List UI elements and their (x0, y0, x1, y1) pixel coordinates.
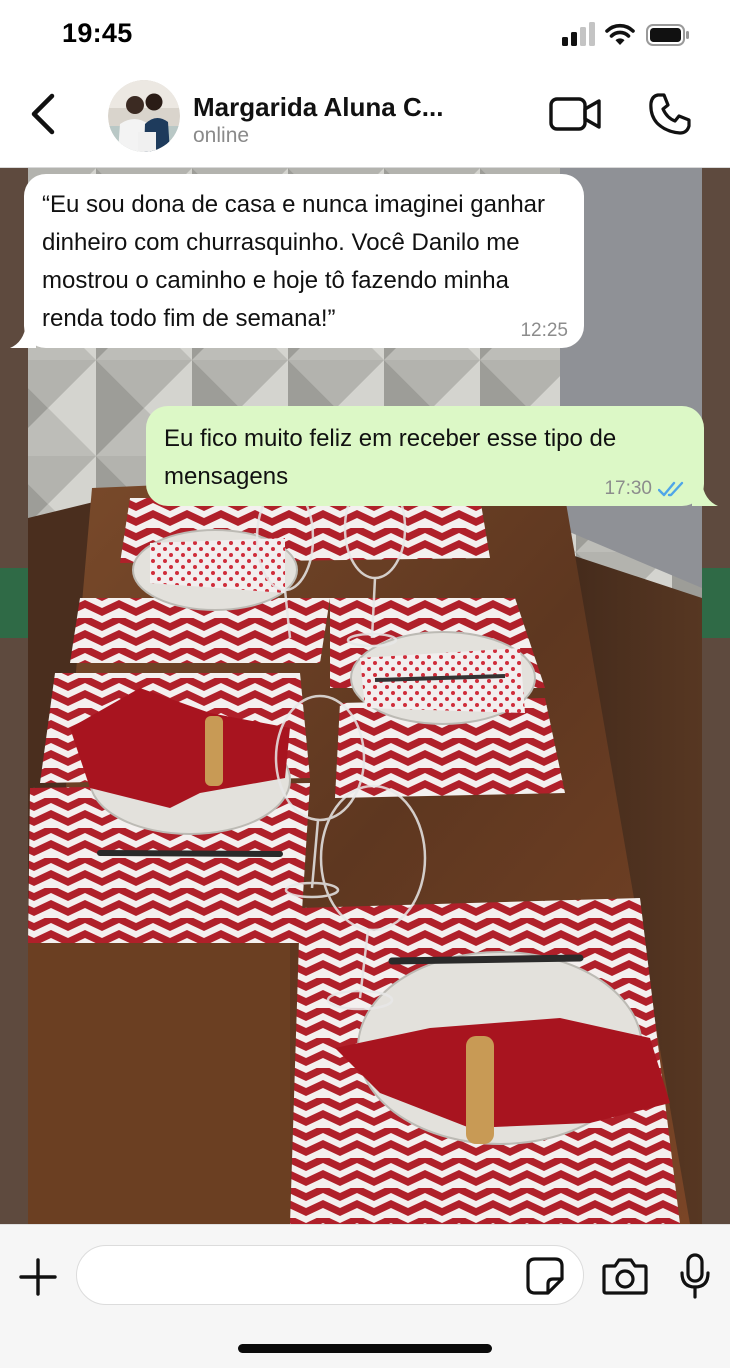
attach-plus-button[interactable] (18, 1257, 58, 1297)
message-time: 12:25 (520, 320, 568, 341)
home-indicator[interactable] (238, 1344, 492, 1353)
microphone-button[interactable] (678, 1253, 712, 1299)
camera-button[interactable] (602, 1257, 648, 1295)
back-button[interactable] (24, 90, 64, 138)
incoming-message-bubble[interactable]: “Eu sou dona de casa e nunca imaginei ga… (10, 174, 584, 348)
message-composer (0, 1224, 730, 1368)
message-text: Eu fico muito feliz em receber esse tipo… (164, 425, 617, 490)
voice-call-button[interactable] (648, 92, 692, 136)
message-text: “Eu sou dona de casa e nunca imaginei ga… (42, 191, 546, 332)
contact-status: online (193, 124, 250, 147)
sticker-button[interactable] (526, 1257, 564, 1295)
bubble-tail (692, 482, 718, 506)
chat-area[interactable]: “Eu sou dona de casa e nunca imaginei ga… (0, 168, 730, 1224)
contact-name[interactable]: Margarida Aluna C... (193, 92, 443, 123)
cellular-signal-icon (562, 22, 595, 46)
chat-header: Margarida Aluna C... online (0, 68, 730, 168)
contact-avatar[interactable] (108, 80, 180, 152)
bubble-tail (10, 324, 36, 348)
outgoing-message-bubble[interactable]: Eu fico muito feliz em receber esse tipo… (146, 406, 718, 506)
message-meta: 17:30 (604, 478, 688, 500)
status-bar: 19:45 (0, 0, 730, 68)
video-call-button[interactable] (548, 94, 604, 134)
double-check-read-icon (658, 481, 684, 497)
battery-icon (646, 24, 689, 46)
message-time: 17:30 (604, 478, 652, 499)
message-input[interactable] (76, 1245, 584, 1305)
message-meta: 12:25 (520, 320, 568, 342)
status-time: 19:45 (62, 18, 133, 48)
wifi-icon (605, 23, 635, 45)
